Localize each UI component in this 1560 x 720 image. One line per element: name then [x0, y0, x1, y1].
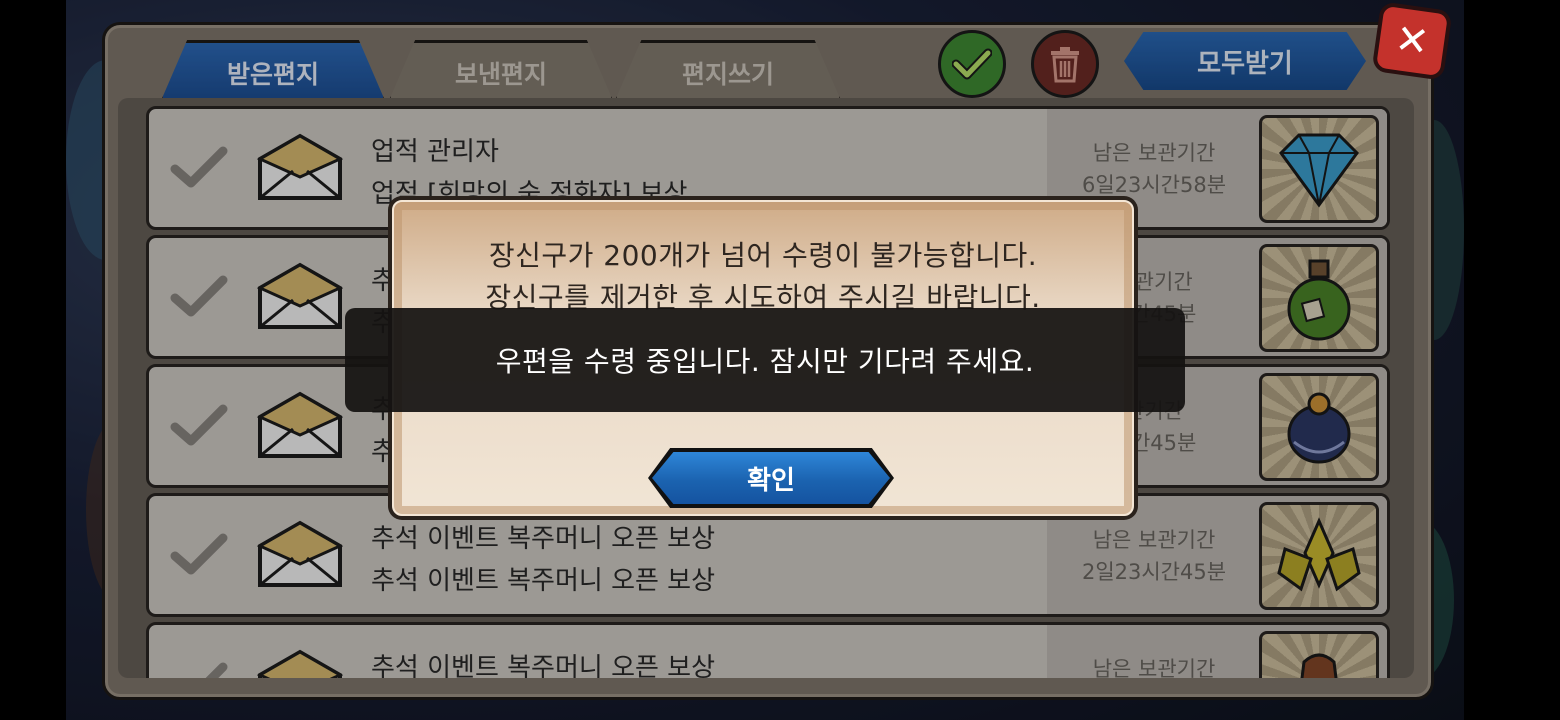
toast-message: 우편을 수령 중입니다. 잠시만 기다려 주세요. — [345, 308, 1185, 412]
check-icon — [170, 275, 228, 317]
diamond-icon — [1279, 133, 1359, 208]
envelope-open-icon — [257, 391, 343, 458]
mail-item[interactable]: 추석 이벤트 복주머니 오픈 보상 남은 보관기간 — [146, 622, 1390, 678]
envelope-open-icon — [257, 262, 343, 329]
envelope-open-icon — [257, 520, 343, 587]
tab-write-mail[interactable]: 편지쓰기 — [614, 40, 842, 103]
expire-label: 남은 보관기간 — [1092, 141, 1216, 165]
dialog-message-line1: 장신구가 200개가 넘어 수령이 불가능합니다. — [488, 239, 1038, 272]
trash-icon — [1051, 47, 1079, 83]
potion-icon — [1287, 259, 1351, 341]
reward-slot[interactable] — [1259, 502, 1379, 610]
close-icon: ✕ — [1392, 15, 1432, 67]
check-icon — [205, 662, 228, 678]
reward-slot[interactable] — [1259, 373, 1379, 481]
check-icon — [952, 48, 992, 80]
reward-slot[interactable] — [1259, 244, 1379, 352]
check-icon — [170, 404, 228, 446]
crystal-icon — [1277, 517, 1361, 592]
tab-sent-mail[interactable]: 보낸편지 — [388, 40, 614, 103]
expire-time: 2일23시간45분 — [1081, 560, 1227, 584]
receive-all-button[interactable]: 모두받기 — [1124, 32, 1366, 90]
reward-slot[interactable] — [1259, 631, 1379, 678]
expire-time: 6일23시간58분 — [1081, 173, 1227, 197]
check-icon — [170, 533, 228, 575]
confirm-button[interactable]: 확인 — [648, 448, 894, 508]
delete-button[interactable] — [1031, 30, 1099, 98]
check-icon — [170, 146, 228, 188]
mail-subject: 추석 이벤트 복주머니 오픈 보상 — [371, 566, 716, 596]
close-button[interactable]: ✕ — [1371, 1, 1453, 81]
pet-egg-icon — [1287, 392, 1351, 464]
reward-slot[interactable] — [1259, 115, 1379, 223]
mail-sender: 추석 이벤트 복주머니 오픈 보상 — [371, 653, 716, 678]
envelope-open-icon — [257, 133, 343, 200]
envelope-open-icon — [257, 649, 343, 678]
select-all-button[interactable] — [938, 30, 1006, 98]
confirm-button-label: 확인 — [652, 452, 890, 504]
expire-label: 남은 보관기간 — [1092, 528, 1216, 552]
mail-sender: 추석 이벤트 복주머니 오픈 보상 — [371, 524, 716, 554]
expire-label: 남은 보관기간 — [1092, 657, 1216, 678]
pouch-icon — [1300, 653, 1338, 678]
mail-sender: 업적 관리자 — [371, 137, 499, 167]
tab-received-mail[interactable]: 받은편지 — [160, 40, 386, 103]
